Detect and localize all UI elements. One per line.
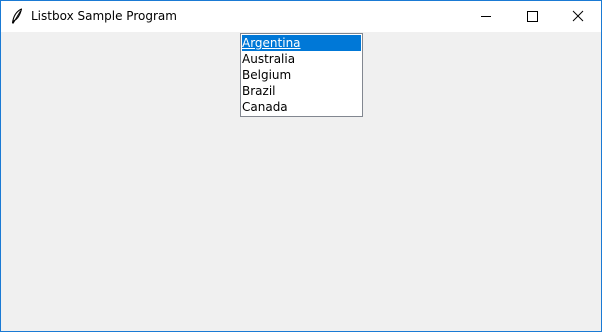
client-area: Argentina Australia Belgium Brazil Canad… [1,32,601,331]
close-button[interactable] [555,1,601,32]
list-item-australia[interactable]: Australia [241,51,362,67]
country-listbox[interactable]: Argentina Australia Belgium Brazil Canad… [240,33,363,117]
maximize-icon [527,11,538,22]
window-title: Listbox Sample Program [31,9,177,23]
minimize-icon [481,16,491,17]
list-item-belgium[interactable]: Belgium [241,67,362,83]
minimize-button[interactable] [463,1,509,32]
title-bar[interactable]: Listbox Sample Program [1,1,601,32]
maximize-button[interactable] [509,1,555,32]
close-icon [572,10,584,22]
application-window: Listbox Sample Program Argentina Austral… [0,0,602,332]
list-item-argentina[interactable]: Argentina [242,35,361,51]
list-item-canada[interactable]: Canada [241,99,362,115]
list-item-brazil[interactable]: Brazil [241,83,362,99]
feather-icon[interactable] [10,8,24,25]
